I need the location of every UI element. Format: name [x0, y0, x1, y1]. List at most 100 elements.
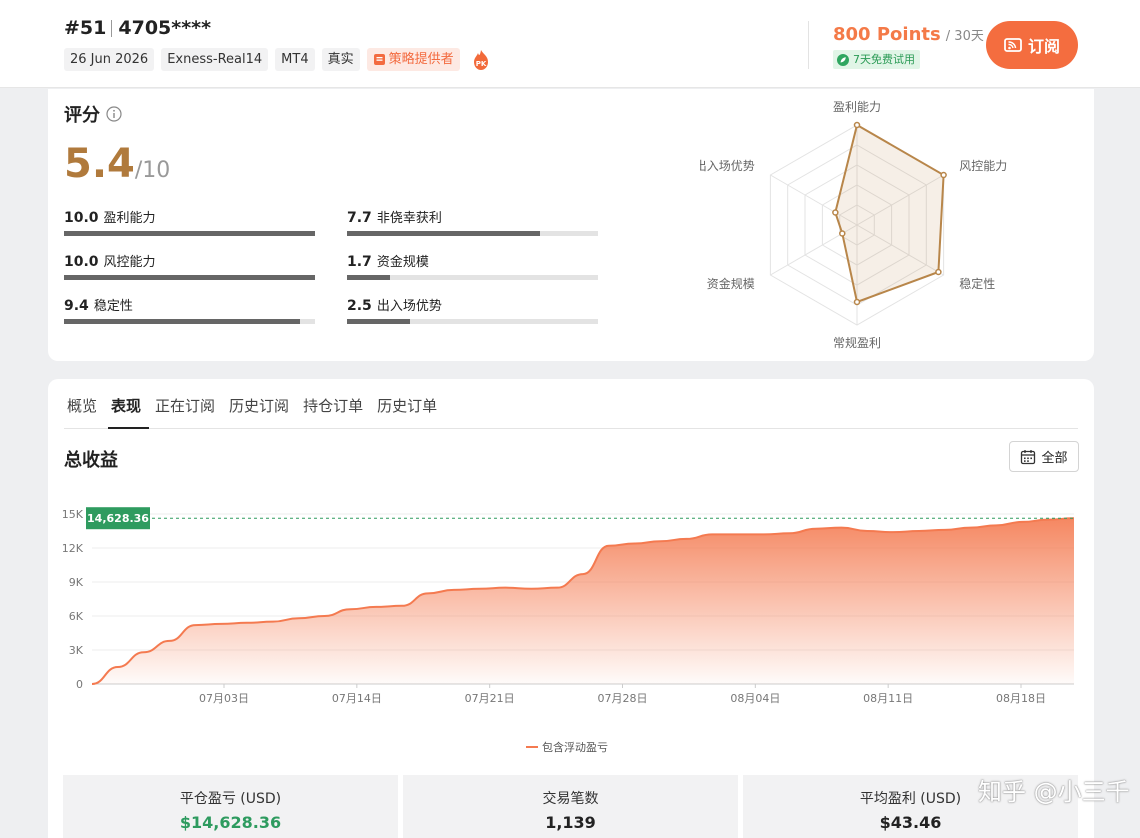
radar-axis-label: 风控能力 — [959, 159, 1007, 173]
legend-label[interactable]: 包含浮动盈亏 — [542, 740, 608, 754]
metric-bar-fill — [64, 319, 300, 324]
radar-axis-label: 稳定性 — [959, 276, 995, 291]
metric-value: 10.0 — [64, 254, 99, 270]
tag-platform: MT4 — [275, 48, 315, 71]
watermark: 知乎 @小三千 — [978, 778, 1130, 806]
stat-value: 1,139 — [545, 813, 596, 832]
tag-provider[interactable]: 策略提供者 — [366, 48, 460, 71]
radar-point — [832, 209, 839, 216]
overall-score: 5.4/10 — [64, 141, 170, 187]
metric-bar — [64, 275, 315, 280]
account-header: #51 4705**** 26 Jun 2026 Exness-Real14 M… — [0, 0, 1140, 88]
stat-label: 交易笔数 — [542, 791, 599, 807]
rank-label: #51 — [64, 17, 107, 39]
score-card: 评分 5.4/10 10.0 盈利能力 7.7 非侥幸获利 10.0 风控能力 1.7… — [48, 89, 1094, 361]
metric-value: 10.0 — [64, 210, 99, 226]
score-title-text: 评分 — [64, 105, 100, 126]
subscribe-button[interactable]: 订阅 — [986, 21, 1078, 69]
metric-bar — [64, 231, 315, 236]
metric-label: 资金规模 — [376, 255, 429, 270]
x-tick-label: 08月04日 — [730, 692, 780, 705]
x-tick-label: 08月18日 — [996, 692, 1046, 705]
metric-bar — [347, 275, 598, 280]
y-tick-label: 12K — [62, 542, 84, 555]
account-tags: 26 Jun 2026 Exness-Real14 MT4 真实 策略提供者 P… — [64, 48, 491, 71]
metric-bar-fill — [347, 231, 541, 236]
radar-axis-label: 盈利能力 — [833, 100, 881, 114]
metric-bar-fill — [347, 319, 410, 324]
radar-axis-label: 资金规模 — [707, 276, 755, 291]
metric-bar-fill — [64, 275, 315, 280]
account-id: 4705**** — [118, 17, 211, 39]
metric-value: 9.4 — [64, 298, 89, 314]
metric-value: 1.7 — [347, 254, 372, 270]
y-tick-label: 6K — [69, 610, 84, 623]
metric-bar — [64, 319, 315, 324]
radar-point — [853, 121, 861, 129]
stat-closed-pnl: 平仓盈亏 (USD) $14,628.36 — [63, 775, 398, 838]
metric-label: 非侥幸获利 — [376, 211, 442, 226]
leaf-icon — [837, 53, 849, 66]
svg-text:PK: PK — [475, 60, 486, 68]
subscribe-icon — [1004, 38, 1022, 52]
score-title: 评分 — [64, 101, 122, 127]
radar-point — [853, 298, 861, 306]
metric-stability: 9.4 稳定性 — [64, 295, 315, 324]
provider-icon — [373, 54, 385, 65]
trial-label: 7天免费试用 — [853, 53, 915, 66]
y-tick-label: 9K — [69, 576, 84, 589]
radar-point — [839, 230, 846, 237]
radar-chart: 盈利能力风控能力稳定性常规盈利 资金规模 出入场优势 — [700, 100, 1007, 349]
metric-non-luck: 7.7 非侥幸获利 — [347, 207, 598, 236]
stats-row: 平仓盈亏 (USD) $14,628.36 交易笔数 1,139 平均盈利 (U… — [63, 775, 1078, 838]
stat-trade-count: 交易笔数 1,139 — [403, 775, 738, 838]
radar-axis-label: 常规盈利 — [833, 335, 881, 349]
equity-area-fill — [92, 518, 1074, 684]
y-tick-label: 15K — [62, 508, 84, 521]
total-return-chart: 0 3K 6K 9K 12K 15K 14,628.36 07月03日 07月14日 07月21日… — [62, 507, 1075, 754]
x-tick-label: 07月03日 — [199, 692, 249, 705]
title-divider — [111, 19, 113, 37]
metric-bar — [347, 231, 598, 236]
metric-label: 盈利能力 — [103, 211, 156, 226]
x-tick-label: 08月11日 — [863, 692, 913, 705]
radar-point — [940, 171, 947, 179]
radar-axis-label: 出入场优势 — [700, 159, 755, 173]
stat-value: $43.46 — [879, 813, 942, 832]
stat-value: $14,628.36 — [179, 813, 282, 832]
performance-card: 概览 表现 正在订阅 历史订阅 持仓订单 历史订单 总收益 全部 0 3K 6K 9K… — [48, 379, 1094, 838]
account-title: #51 4705**** — [64, 17, 211, 39]
radar-point — [935, 268, 942, 276]
info-icon[interactable] — [106, 106, 122, 122]
provider-label: 策略提供者 — [388, 52, 454, 67]
free-trial-badge: 7天免费试用 — [833, 50, 920, 69]
metric-bar — [347, 319, 598, 324]
points-unit: / 30天 — [945, 29, 984, 44]
metric-value: 2.5 — [347, 298, 372, 314]
metric-entry-exit: 2.5 出入场优势 — [347, 295, 598, 324]
pk-flame-icon[interactable]: PK — [471, 49, 491, 71]
overall-score-max: /10 — [134, 158, 171, 183]
x-tick-label: 07月14日 — [332, 692, 382, 705]
metric-risk-control: 10.0 风控能力 — [64, 251, 315, 280]
current-value-label: 14,628.36 — [87, 512, 149, 525]
metric-fund-size: 1.7 资金规模 — [347, 251, 598, 280]
metric-label: 稳定性 — [93, 299, 133, 314]
tag-date: 26 Jun 2026 — [64, 48, 155, 71]
y-tick-label: 3K — [69, 644, 84, 657]
metric-profitability: 10.0 盈利能力 — [64, 207, 315, 236]
metric-bar-fill — [64, 231, 315, 236]
metric-label: 出入场优势 — [376, 299, 442, 314]
x-tick-label: 07月28日 — [598, 692, 648, 705]
tag-account-type: 真实 — [321, 48, 360, 71]
overall-score-value: 5.4 — [64, 141, 135, 187]
header-divider — [808, 21, 809, 69]
metric-bar-fill — [347, 275, 390, 280]
x-tick-label: 07月21日 — [465, 692, 515, 705]
points-value: 800 Points — [833, 24, 941, 45]
stat-label: 平仓盈亏 (USD) — [179, 791, 282, 807]
tag-server: Exness-Real14 — [161, 48, 269, 71]
subscription-price: 800 Points / 30天 — [833, 24, 984, 45]
metric-label: 风控能力 — [103, 255, 156, 270]
metric-value: 7.7 — [347, 210, 372, 226]
